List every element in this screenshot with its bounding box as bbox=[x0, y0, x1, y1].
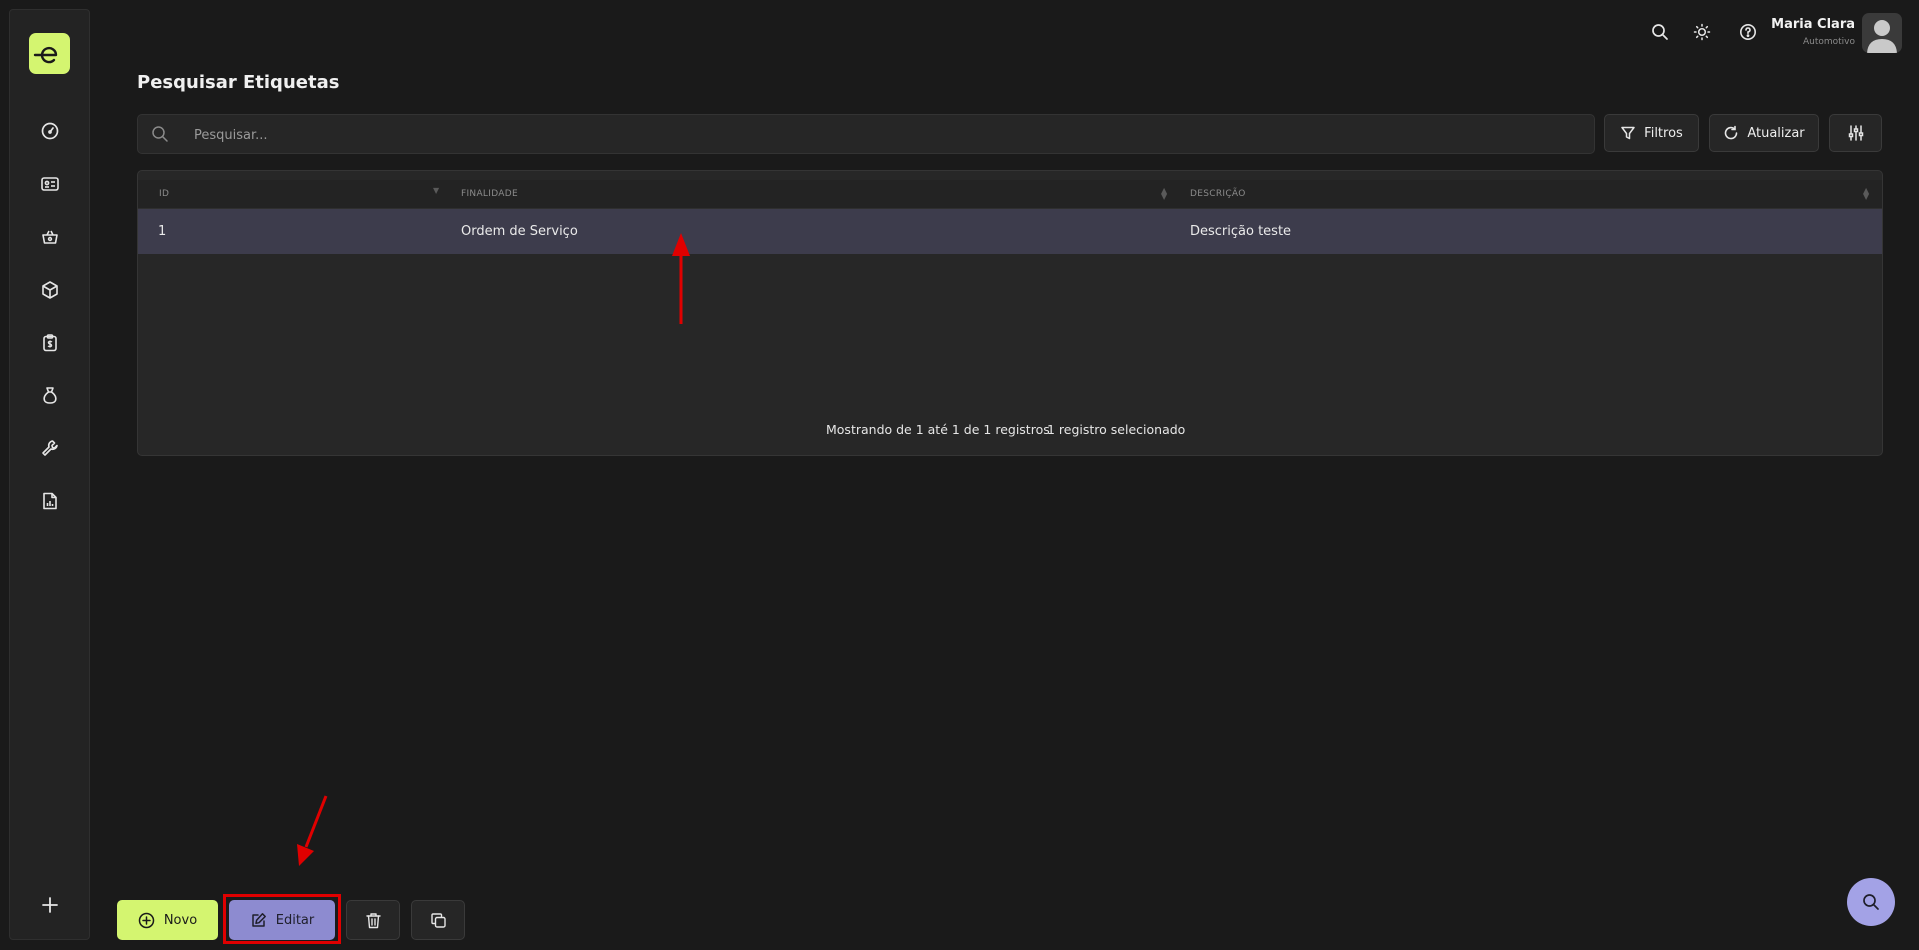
wrench-icon[interactable] bbox=[37, 435, 63, 461]
sidebar bbox=[9, 9, 90, 940]
annotation-arrow-down bbox=[297, 795, 328, 866]
page-title: Pesquisar Etiquetas bbox=[137, 72, 340, 93]
basket-icon[interactable] bbox=[37, 224, 63, 250]
floating-search-button[interactable] bbox=[1847, 878, 1895, 926]
cell-finalidade: Ordem de Serviço bbox=[461, 224, 578, 239]
filters-label: Filtros bbox=[1644, 125, 1683, 141]
sun-icon[interactable] bbox=[1690, 20, 1714, 44]
delete-button[interactable] bbox=[346, 900, 400, 940]
search-box bbox=[137, 114, 1595, 155]
table-header: ID ▼ FINALIDADE ▲ ▼ DESCRIÇÃO ▲ ▼ bbox=[138, 180, 1882, 209]
pagination-info: Mostrando de 1 até 1 de 1 registros bbox=[826, 422, 1050, 437]
user-role: Automotivo bbox=[1802, 37, 1855, 47]
clipboard-dollar-icon[interactable] bbox=[37, 330, 63, 356]
duplicate-button[interactable] bbox=[411, 900, 465, 940]
search-icon[interactable] bbox=[1648, 20, 1672, 44]
report-icon[interactable] bbox=[37, 488, 63, 514]
edit-button[interactable]: Editar bbox=[229, 900, 335, 940]
sliders-icon bbox=[1847, 124, 1865, 142]
cell-id: 1 bbox=[158, 224, 167, 239]
refresh-label: Atualizar bbox=[1747, 125, 1805, 141]
column-header-finalidade[interactable]: FINALIDADE bbox=[461, 180, 518, 208]
user-name: Maria Clara bbox=[1771, 17, 1855, 32]
search-icon bbox=[1862, 893, 1880, 911]
new-label: Novo bbox=[163, 912, 198, 928]
plus-icon[interactable] bbox=[37, 892, 63, 918]
edit-icon bbox=[250, 912, 267, 929]
trash-icon bbox=[365, 912, 382, 929]
refresh-icon bbox=[1723, 125, 1739, 141]
filter-icon bbox=[1620, 125, 1636, 141]
sort-icon[interactable]: ▲ ▼ bbox=[1161, 187, 1167, 201]
column-settings-button[interactable] bbox=[1829, 114, 1882, 152]
avatar[interactable] bbox=[1862, 13, 1902, 53]
copy-icon bbox=[430, 912, 447, 929]
sort-icon[interactable]: ▲ ▼ bbox=[1863, 187, 1869, 201]
table-row[interactable]: 1 Ordem de Serviço Descrição teste bbox=[138, 209, 1882, 254]
box-icon[interactable] bbox=[37, 277, 63, 303]
column-header-id[interactable]: ID bbox=[159, 180, 169, 208]
data-table: ID ▼ FINALIDADE ▲ ▼ DESCRIÇÃO ▲ ▼ 1 Ordem … bbox=[137, 170, 1883, 456]
filters-button[interactable]: Filtros bbox=[1604, 114, 1699, 152]
plus-circle-icon bbox=[138, 912, 155, 929]
help-icon[interactable] bbox=[1736, 20, 1760, 44]
app-logo[interactable] bbox=[29, 33, 70, 74]
edit-label: Editar bbox=[275, 912, 315, 928]
refresh-button[interactable]: Atualizar bbox=[1709, 114, 1819, 152]
id-card-icon[interactable] bbox=[37, 171, 63, 197]
column-header-descricao[interactable]: DESCRIÇÃO bbox=[1190, 180, 1246, 208]
search-input[interactable] bbox=[192, 115, 1576, 155]
new-button[interactable]: Novo bbox=[117, 900, 218, 940]
selection-info: 1 registro selecionado bbox=[1047, 422, 1186, 437]
search-input-icon bbox=[151, 125, 169, 143]
sort-icon[interactable]: ▼ bbox=[433, 187, 439, 195]
dashboard-icon[interactable] bbox=[37, 118, 63, 144]
cell-descricao: Descrição teste bbox=[1190, 224, 1292, 239]
money-bag-icon[interactable] bbox=[37, 382, 63, 408]
